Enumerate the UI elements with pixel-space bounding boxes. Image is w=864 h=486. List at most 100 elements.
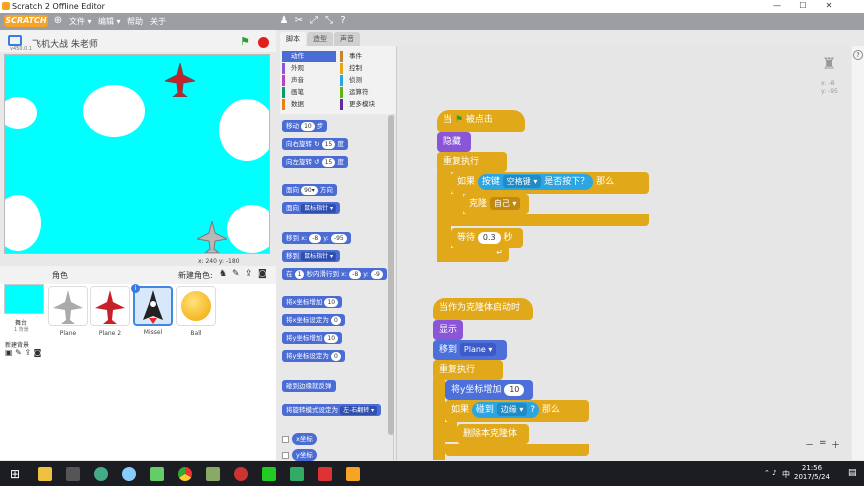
app-icon-6[interactable]: [262, 467, 276, 481]
block-if[interactable]: 如果 按键 空格键 ▾ 是否按下？ 那么: [451, 172, 649, 194]
when-clone-start-hat[interactable]: 当作为克隆体启动时: [433, 298, 533, 320]
sprite-thumb-plane2[interactable]: Plane 2: [90, 286, 130, 337]
stop-icon[interactable]: [258, 37, 269, 48]
green-flag-icon[interactable]: ⚑: [240, 35, 250, 48]
category-1[interactable]: 事件: [340, 51, 394, 62]
category-8[interactable]: 数据: [282, 99, 336, 110]
block-goto-plane[interactable]: 移到 Plane ▾: [433, 340, 507, 360]
category-6[interactable]: 画笔: [282, 87, 336, 98]
backdrop-library-icon[interactable]: ▣ ✎ ⇪ ◙: [5, 348, 41, 357]
paint-icon[interactable]: ✎: [232, 269, 240, 279]
block-change-x[interactable]: 将x坐标增加 10: [282, 296, 343, 308]
block-turn-left[interactable]: 向左旋转 ↺ 15 度: [282, 156, 348, 168]
block-goto-xy[interactable]: 移到 x: -8 y: -95: [282, 232, 351, 244]
checkbox-y-position[interactable]: [282, 452, 289, 459]
scratch-logo[interactable]: SCRATCH: [4, 15, 48, 27]
scripts-area[interactable]: ♜ x: -8 y: -95 当 ⚑ 被点击 隐藏 重复执行 如果 按键 空格键…: [396, 46, 850, 460]
app-icon-4[interactable]: [206, 467, 220, 481]
scratch-taskbar-icon[interactable]: [346, 467, 360, 481]
category-7[interactable]: 运算符: [340, 87, 394, 98]
zoom-reset-icon[interactable]: =: [819, 438, 827, 448]
maximize-button[interactable]: ☐: [793, 1, 813, 10]
app-icon-5[interactable]: [234, 467, 248, 481]
category-3[interactable]: 控制: [340, 63, 394, 74]
block-change-y[interactable]: 将y坐标增加 10: [282, 332, 343, 344]
help-icon-2[interactable]: ?: [853, 50, 863, 60]
block-point-direction[interactable]: 面向 90▾ 方向: [282, 184, 337, 196]
checkbox-x-position[interactable]: [282, 436, 289, 443]
tab-costumes[interactable]: 造型: [307, 32, 333, 46]
stage-thumbnail[interactable]: [4, 284, 44, 314]
app-icon-1[interactable]: [94, 467, 108, 481]
block-move[interactable]: 移动 10 步: [282, 120, 328, 132]
tab-sounds[interactable]: 声音: [334, 32, 360, 46]
camera-icon[interactable]: ◙: [258, 269, 267, 279]
player-plane-sprite[interactable]: [197, 221, 227, 253]
app-icon-7[interactable]: [290, 467, 304, 481]
globe-icon[interactable]: ⊕: [52, 15, 64, 26]
app-icon-2[interactable]: [122, 467, 136, 481]
notes-icon[interactable]: [38, 467, 52, 481]
stage-canvas[interactable]: [4, 54, 270, 254]
sprite-thumb-missel[interactable]: i Missel: [131, 284, 173, 336]
notification-icon[interactable]: ▤: [848, 468, 857, 478]
block-goto[interactable]: 移到 鼠标指针 ▾: [282, 250, 340, 262]
help-icon[interactable]: ?: [337, 15, 349, 26]
block-hide[interactable]: 隐藏: [437, 132, 471, 152]
category-0[interactable]: 动作: [282, 51, 336, 62]
block-delete-clone[interactable]: 删除本克隆体: [457, 424, 529, 444]
palette-scrollbar[interactable]: [388, 115, 394, 435]
ime-indicator[interactable]: 中: [782, 469, 790, 480]
block-forever-2[interactable]: 重复执行: [433, 360, 503, 380]
clock[interactable]: 21:56 2017/5/24: [794, 464, 830, 482]
tab-scripts[interactable]: 脚本: [280, 32, 306, 46]
block-set-x[interactable]: 将x坐标设定为 0: [282, 314, 345, 326]
sprite-library-icon[interactable]: ♞: [219, 269, 227, 279]
when-flag-clicked-hat[interactable]: 当 ⚑ 被点击: [437, 110, 525, 132]
sprite-thumb-plane[interactable]: Plane: [48, 286, 88, 337]
shrink-icon[interactable]: ⤡: [323, 15, 335, 26]
block-wait[interactable]: 等待 0.3 秒: [451, 228, 523, 248]
block-bounce[interactable]: 碰到边缘就反弹: [282, 380, 336, 392]
reporter-x-position[interactable]: x坐标: [292, 433, 317, 445]
zoom-in-icon[interactable]: ＋: [831, 438, 840, 451]
powerpoint-icon[interactable]: [318, 467, 332, 481]
block-set-y[interactable]: 将y坐标设定为 0: [282, 350, 345, 362]
block-rotation-style[interactable]: 将旋转模式设定为 左-右翻转 ▾: [282, 404, 382, 416]
menu-help[interactable]: 帮助: [127, 16, 143, 27]
grow-icon[interactable]: ⤢: [308, 15, 320, 26]
new-sprite-label: 新建角色:: [178, 271, 213, 280]
block-show[interactable]: 显示: [433, 320, 463, 340]
calculator-icon[interactable]: [66, 467, 80, 481]
project-title[interactable]: 飞机大战 朱老师: [32, 37, 98, 50]
enemy-plane-sprite[interactable]: [165, 63, 195, 97]
minimize-button[interactable]: —: [767, 1, 787, 10]
tray-icons[interactable]: ⌃ ♪: [764, 469, 777, 477]
menu-about[interactable]: 关于: [150, 16, 166, 27]
sprite-thumb-ball[interactable]: Ball: [176, 286, 216, 337]
duplicate-icon[interactable]: ♟: [278, 15, 290, 26]
windows-start-icon[interactable]: ⊞: [10, 467, 20, 481]
close-button[interactable]: ✕: [819, 1, 839, 10]
block-forever[interactable]: 重复执行: [437, 152, 507, 172]
reporter-y-position[interactable]: y坐标: [292, 449, 317, 461]
category-5[interactable]: 侦测: [340, 75, 394, 86]
category-4[interactable]: 声音: [282, 75, 336, 86]
menu-file[interactable]: 文件 ▾: [69, 16, 92, 27]
app-icon-3[interactable]: [150, 467, 164, 481]
fullscreen-icon[interactable]: [8, 35, 22, 46]
menu-edit[interactable]: 编辑 ▾: [98, 16, 121, 27]
info-icon[interactable]: i: [131, 284, 140, 293]
block-create-clone[interactable]: 克隆 自己 ▾: [463, 194, 529, 214]
category-2[interactable]: 外观: [282, 63, 336, 74]
upload-icon[interactable]: ⇪: [245, 269, 253, 279]
block-glide[interactable]: 在 1 秒内滑行到 x: -8 y: -9: [282, 268, 387, 280]
zoom-out-icon[interactable]: －: [805, 438, 814, 451]
category-9[interactable]: 更多模块: [340, 99, 394, 110]
delete-icon[interactable]: ✂: [293, 15, 305, 26]
block-point-towards[interactable]: 面向 鼠标指针 ▾: [282, 202, 340, 214]
block-change-y-2[interactable]: 将y坐标增加 10: [445, 380, 533, 400]
block-turn-right[interactable]: 向右旋转 ↻ 15 度: [282, 138, 348, 150]
block-if-2[interactable]: 如果 碰到 边缘 ▾ ? 那么: [445, 400, 589, 422]
chrome-icon[interactable]: [178, 467, 192, 481]
